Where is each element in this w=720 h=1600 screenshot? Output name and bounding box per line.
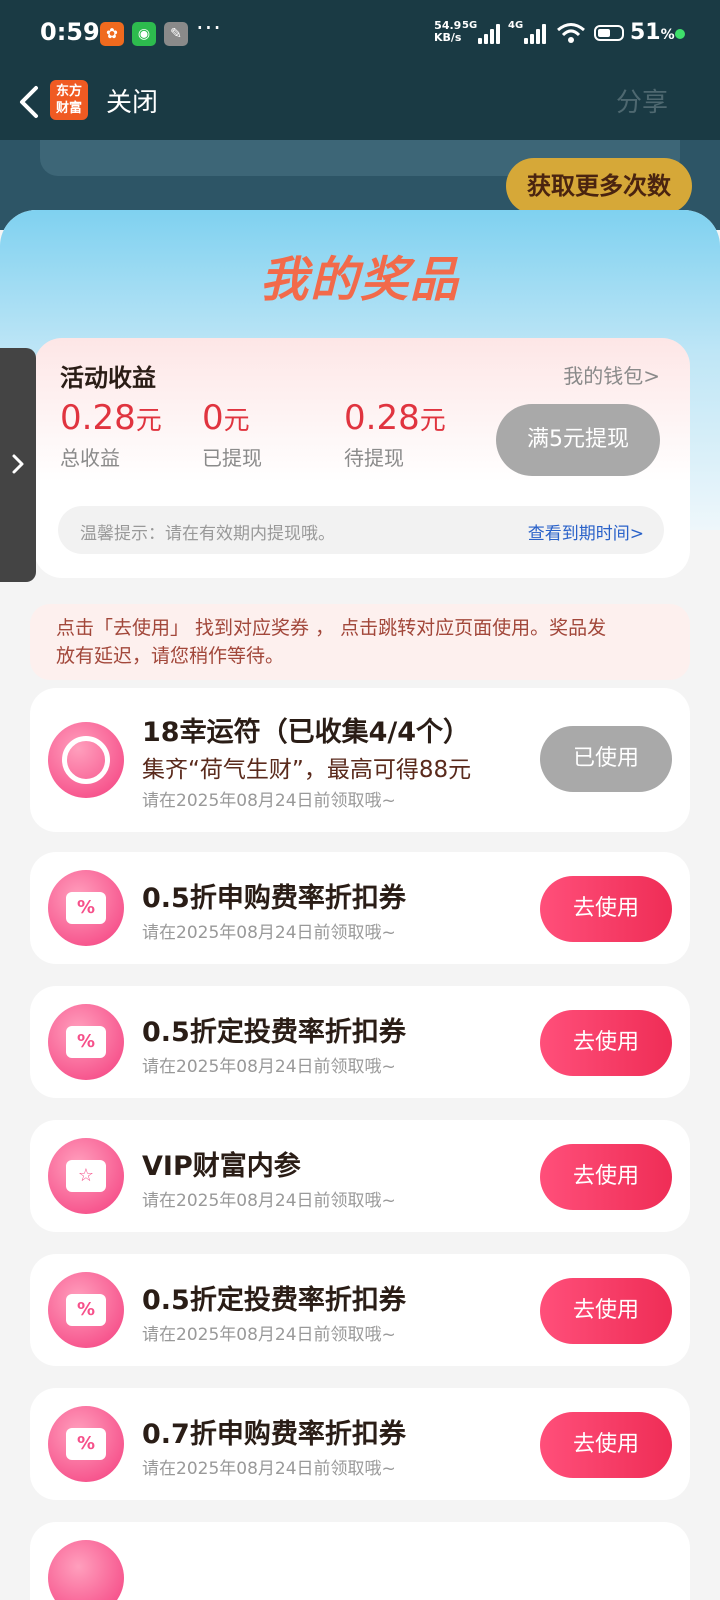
signal-5g-icon: 5G (462, 20, 500, 44)
prize-expiry: 请在2025年08月24日前领取哦~ (142, 923, 396, 943)
status-dot-icon (675, 29, 685, 39)
net-speed: 54.9 KB/s (434, 20, 461, 44)
app-notification-icon: ✿ (100, 22, 124, 46)
battery-percent-unit: % (660, 27, 675, 43)
get-more-tries-button[interactable]: 获取更多次数 (506, 158, 692, 214)
stat-pending-label: 待提现 (344, 446, 404, 470)
percent-coupon-icon: % (48, 1004, 124, 1080)
use-button[interactable]: 去使用 (540, 1412, 672, 1478)
prize-expiry: 请在2025年08月24日前领取哦~ (142, 1459, 396, 1479)
prize-name: 18幸运符（已收集4/4个） (142, 717, 471, 748)
app-logo: 东方 财富 (50, 80, 88, 120)
prize-card-partial (30, 1522, 690, 1600)
nav-bar: 东方 财富 关闭 分享 (0, 70, 720, 140)
usage-notice: 点击「去使用」 找到对应奖券 ， 点击跳转对应页面使用。奖品发 放有延迟，请您稍… (30, 604, 690, 680)
signal-4g-icon: 4G (508, 20, 546, 44)
prize-card: ☆ VIP财富内参 请在2025年08月24日前领取哦~ 去使用 (30, 1120, 690, 1232)
prize-name: VIP财富内参 (142, 1151, 301, 1182)
prize-expiry: 请在2025年08月24日前领取哦~ (142, 1325, 396, 1345)
tip-bar: 温馨提示：请在有效期内提现哦。 查看到期时间> (58, 506, 664, 554)
status-bar: 0:59 ✿ ◉ ✎ ··· 54.9 KB/s 5G 4G 51% (0, 0, 720, 68)
top-bar: 0:59 ✿ ◉ ✎ ··· 54.9 KB/s 5G 4G 51% 东方 财富… (0, 0, 720, 140)
use-button[interactable]: 去使用 (540, 1010, 672, 1076)
earnings-title: 活动收益 (60, 364, 156, 392)
stat-pending: 0.28元 待提现 (344, 398, 446, 471)
used-button[interactable]: 已使用 (540, 726, 672, 792)
battery-percent: 51% (630, 20, 675, 45)
prize-desc: 集齐“荷气生财”，最高可得88元 (142, 757, 472, 783)
stat-total-value: 0.28元 (60, 398, 162, 438)
prize-expiry: 请在2025年08月24日前领取哦~ (142, 1191, 396, 1211)
stat-total-label: 总收益 (60, 446, 120, 470)
close-button[interactable]: 关闭 (106, 82, 158, 119)
net-speed-unit: KB/s (434, 31, 462, 44)
use-button[interactable]: 去使用 (540, 1278, 672, 1344)
prize-expiry: 请在2025年08月24日前领取哦~ (142, 791, 396, 811)
percent-coupon-icon: % (48, 1272, 124, 1348)
status-time: 0:59 (40, 18, 100, 46)
percent-coupon-icon: % (48, 870, 124, 946)
notice-line2: 放有延迟，请您稍作等待。 (56, 645, 285, 667)
battery-percent-value: 51 (630, 20, 661, 45)
stat-withdrawn-label: 已提现 (202, 446, 262, 470)
sheet-title: 我的奖品 (259, 252, 460, 308)
percent-coupon-icon: % (48, 1406, 124, 1482)
use-button[interactable]: 去使用 (540, 1144, 672, 1210)
prize-name: 0.5折定投费率折扣券 (142, 1017, 406, 1048)
prize-name: 0.5折申购费率折扣券 (142, 883, 406, 914)
star-ticket-icon: ☆ (48, 1138, 124, 1214)
prize-card: % 0.5折定投费率折扣券 请在2025年08月24日前领取哦~ 去使用 (30, 1254, 690, 1366)
my-prizes-sheet: 我的奖品 活动收益 我的钱包> 0.28元 总收益 0元 已提现 0.28元 待… (0, 210, 720, 1600)
battery-icon (594, 25, 624, 41)
stat-pending-value: 0.28元 (344, 398, 446, 438)
prize-card: % 0.7折申购费率折扣券 请在2025年08月24日前领取哦~ 去使用 (30, 1388, 690, 1500)
signal-5g-label: 5G (462, 20, 478, 31)
lucky-charm-icon (48, 722, 124, 798)
use-button[interactable]: 去使用 (540, 876, 672, 942)
prize-card: % 0.5折定投费率折扣券 请在2025年08月24日前领取哦~ 去使用 (30, 986, 690, 1098)
notice-line1: 点击「去使用」 找到对应奖券 ， 点击跳转对应页面使用。奖品发 (56, 617, 607, 639)
more-notifications-icon: ··· (196, 14, 222, 42)
coupon-icon (48, 1540, 124, 1600)
tip-text: 温馨提示：请在有效期内提现哦。 (80, 524, 335, 544)
view-expiry-link[interactable]: 查看到期时间> (528, 519, 644, 544)
prize-card: 18幸运符（已收集4/4个） 集齐“荷气生财”，最高可得88元 请在2025年0… (30, 688, 690, 832)
share-button[interactable]: 分享 (616, 82, 668, 119)
earnings-card: 活动收益 我的钱包> 0.28元 总收益 0元 已提现 0.28元 待提现 满5… (34, 338, 690, 578)
stat-withdrawn-value: 0元 (202, 398, 250, 438)
prize-name: 0.5折定投费率折扣券 (142, 1285, 406, 1316)
logo-line2: 财富 (55, 101, 82, 116)
chevron-right-icon (12, 454, 24, 474)
prize-name: 0.7折申购费率折扣券 (142, 1419, 406, 1450)
prize-expiry: 请在2025年08月24日前领取哦~ (142, 1057, 396, 1077)
side-drawer-handle[interactable] (0, 348, 36, 582)
my-wallet-link[interactable]: 我的钱包> (563, 360, 660, 389)
tool-icon: ✎ (164, 22, 188, 46)
wifi-icon (557, 23, 585, 43)
stat-withdrawn: 0元 已提现 (202, 398, 262, 471)
logo-line1: 东方 (55, 84, 82, 99)
withdraw-button[interactable]: 满5元提现 (496, 404, 660, 476)
wechat-icon: ◉ (132, 22, 156, 46)
signal-4g-label: 4G (508, 20, 524, 31)
stat-total: 0.28元 总收益 (60, 398, 162, 471)
back-arrow-icon[interactable] (12, 80, 48, 124)
prize-card: % 0.5折申购费率折扣券 请在2025年08月24日前领取哦~ 去使用 (30, 852, 690, 964)
